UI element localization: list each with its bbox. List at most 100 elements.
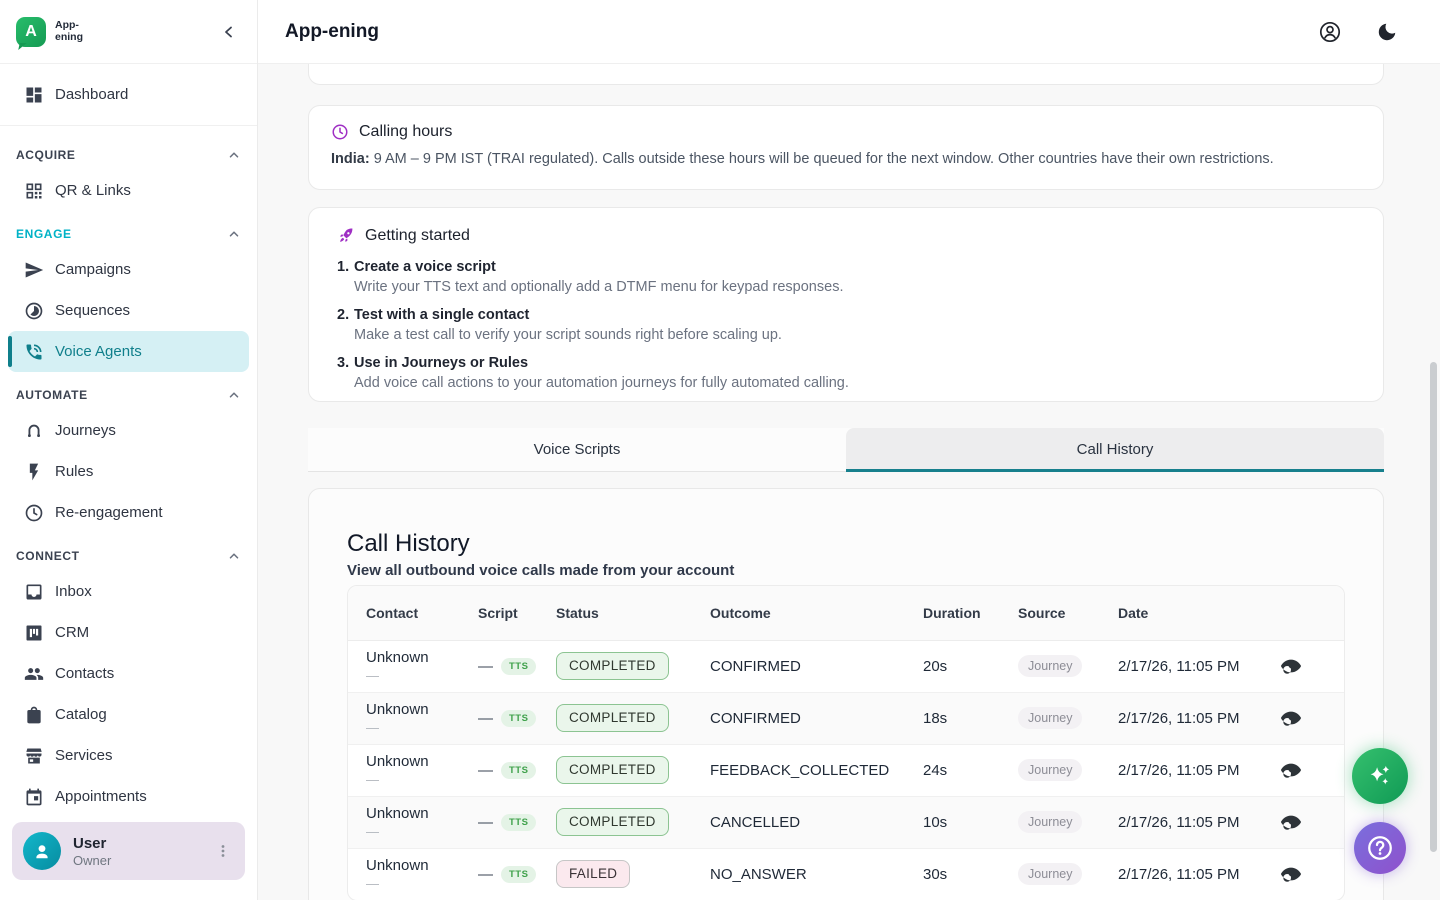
outcome-cell: FEEDBACK_COLLECTED bbox=[692, 744, 905, 796]
view-call-button[interactable] bbox=[1278, 757, 1304, 783]
sidebar-item-re-engagement[interactable]: Re-engagement bbox=[8, 492, 249, 533]
person-icon bbox=[30, 839, 54, 863]
tab-voice-scripts[interactable]: Voice Scripts bbox=[308, 428, 846, 471]
source-badge: Journey bbox=[1018, 707, 1082, 729]
sidebar-item-label: Inbox bbox=[55, 583, 92, 600]
outcome-cell: NO_ANSWER bbox=[692, 848, 905, 900]
outcome-cell: CANCELLED bbox=[692, 796, 905, 848]
sidebar-item-label: Appointments bbox=[55, 788, 147, 805]
sidebar-item-voice-agents[interactable]: Voice Agents bbox=[8, 331, 249, 372]
chevron-up-icon bbox=[227, 148, 241, 162]
eye-icon bbox=[1280, 707, 1302, 729]
sidebar-item-crm[interactable]: CRM bbox=[8, 612, 249, 653]
sidebar-item-label: Contacts bbox=[55, 665, 114, 682]
ai-assistant-button[interactable] bbox=[1352, 748, 1408, 804]
section-connect[interactable]: CONNECT bbox=[0, 541, 257, 571]
getting-started-steps: 1. Create a voice script Write your TTS … bbox=[337, 258, 1355, 392]
sidebar-item-contacts[interactable]: Contacts bbox=[8, 653, 249, 694]
dashboard-icon bbox=[24, 85, 44, 105]
qr-code-icon bbox=[24, 181, 44, 201]
calling-hours-card: Calling hours India: 9 AM – 9 PM IST (TR… bbox=[308, 105, 1384, 190]
sidebar-item-journeys[interactable]: Journeys bbox=[8, 410, 249, 451]
user-role: Owner bbox=[73, 853, 111, 868]
sidebar-item-campaigns[interactable]: Campaigns bbox=[8, 249, 249, 290]
user-card[interactable]: User Owner bbox=[12, 822, 245, 880]
date-cell: 2/17/26, 11:05 PM bbox=[1100, 744, 1260, 796]
status-badge: COMPLETED bbox=[556, 704, 669, 732]
inbox-icon bbox=[24, 582, 44, 602]
status-badge: FAILED bbox=[556, 860, 630, 888]
outcome-cell: CONFIRMED bbox=[692, 692, 905, 744]
calling-hours-text: India: 9 AM – 9 PM IST (TRAI regulated).… bbox=[331, 151, 1361, 167]
eye-icon bbox=[1280, 811, 1302, 833]
app-logo[interactable]: A App- ening bbox=[16, 17, 83, 47]
timelapse-icon bbox=[24, 301, 44, 321]
sidebar: A App- ening Dashboard ACQUIRE QR & Link… bbox=[0, 0, 258, 900]
duration-cell: 24s bbox=[905, 744, 1000, 796]
call-history-table-container: Contact Script Status Outcome Duration S… bbox=[347, 585, 1345, 900]
rocket-icon bbox=[337, 227, 355, 245]
source-badge: Journey bbox=[1018, 655, 1082, 677]
sidebar-item-label: Voice Agents bbox=[55, 343, 142, 360]
tts-badge: TTS bbox=[501, 658, 536, 675]
scrollbar-thumb[interactable] bbox=[1430, 362, 1437, 852]
getting-started-card: Getting started 1. Create a voice script… bbox=[308, 207, 1384, 402]
table-row: Unknown— —TTS COMPLETED CONFIRMED 20s Jo… bbox=[348, 640, 1344, 692]
sidebar-item-catalog[interactable]: Catalog bbox=[8, 694, 249, 735]
sidebar-item-appointments[interactable]: Appointments bbox=[8, 776, 249, 808]
sidebar-item-sequences[interactable]: Sequences bbox=[8, 290, 249, 331]
section-automate[interactable]: AUTOMATE bbox=[0, 380, 257, 410]
sidebar-item-dashboard[interactable]: Dashboard bbox=[8, 74, 249, 115]
storefront-icon bbox=[24, 746, 44, 766]
table-row: Unknown— —TTS FAILED NO_ANSWER 30s Journ… bbox=[348, 848, 1344, 900]
sidebar-item-inbox[interactable]: Inbox bbox=[8, 571, 249, 612]
section-acquire[interactable]: ACQUIRE bbox=[0, 140, 257, 170]
main-area: App-ening Calling hours India: 9 AM – 9 … bbox=[258, 0, 1440, 900]
sidebar-item-label: QR & Links bbox=[55, 182, 131, 199]
eye-icon bbox=[1280, 759, 1302, 781]
view-call-button[interactable] bbox=[1278, 809, 1304, 835]
phone-call-icon bbox=[24, 342, 44, 362]
sidebar-footer: User Owner bbox=[0, 808, 257, 900]
account-button[interactable] bbox=[1316, 18, 1344, 46]
duration-cell: 18s bbox=[905, 692, 1000, 744]
contact-name: Unknown bbox=[366, 857, 460, 874]
call-history-subtitle: View all outbound voice calls made from … bbox=[347, 559, 1345, 583]
sidebar-item-label: Re-engagement bbox=[55, 504, 163, 521]
eye-icon bbox=[1280, 863, 1302, 885]
status-badge: COMPLETED bbox=[556, 652, 669, 680]
view-call-button[interactable] bbox=[1278, 861, 1304, 887]
tab-call-history[interactable]: Call History bbox=[846, 428, 1384, 471]
getting-started-step: 1. Create a voice script Write your TTS … bbox=[337, 258, 1355, 296]
user-menu-button[interactable] bbox=[211, 839, 235, 863]
sidebar-collapse-button[interactable] bbox=[217, 20, 241, 44]
scrolled-card-remnant bbox=[308, 64, 1384, 85]
kebab-menu-icon bbox=[215, 843, 231, 859]
view-call-button[interactable] bbox=[1278, 705, 1304, 731]
tts-badge: TTS bbox=[501, 866, 536, 883]
section-engage[interactable]: ENGAGE bbox=[0, 219, 257, 249]
column-outcome: Outcome bbox=[692, 586, 905, 640]
outcome-cell: CONFIRMED bbox=[692, 640, 905, 692]
sidebar-item-label: CRM bbox=[55, 624, 89, 641]
date-cell: 2/17/26, 11:05 PM bbox=[1100, 692, 1260, 744]
source-badge: Journey bbox=[1018, 863, 1082, 885]
date-cell: 2/17/26, 11:05 PM bbox=[1100, 796, 1260, 848]
table-header-row: Contact Script Status Outcome Duration S… bbox=[348, 586, 1344, 640]
tts-badge: TTS bbox=[501, 710, 536, 727]
sidebar-item-services[interactable]: Services bbox=[8, 735, 249, 776]
table-row: Unknown— —TTS COMPLETED CONFIRMED 18s Jo… bbox=[348, 692, 1344, 744]
table-row: Unknown— —TTS COMPLETED FEEDBACK_COLLECT… bbox=[348, 744, 1344, 796]
page-title: App-ening bbox=[285, 21, 379, 43]
help-button[interactable] bbox=[1354, 822, 1406, 874]
sidebar-item-rules[interactable]: Rules bbox=[8, 451, 249, 492]
duration-cell: 20s bbox=[905, 640, 1000, 692]
theme-toggle-button[interactable] bbox=[1374, 19, 1400, 45]
column-source: Source bbox=[1000, 586, 1100, 640]
view-call-button[interactable] bbox=[1278, 653, 1304, 679]
kanban-icon bbox=[24, 623, 44, 643]
app-logo-text: App- ening bbox=[55, 20, 83, 43]
tts-badge: TTS bbox=[501, 762, 536, 779]
moon-icon bbox=[1376, 21, 1398, 43]
sidebar-item-qr-links[interactable]: QR & Links bbox=[8, 170, 249, 211]
